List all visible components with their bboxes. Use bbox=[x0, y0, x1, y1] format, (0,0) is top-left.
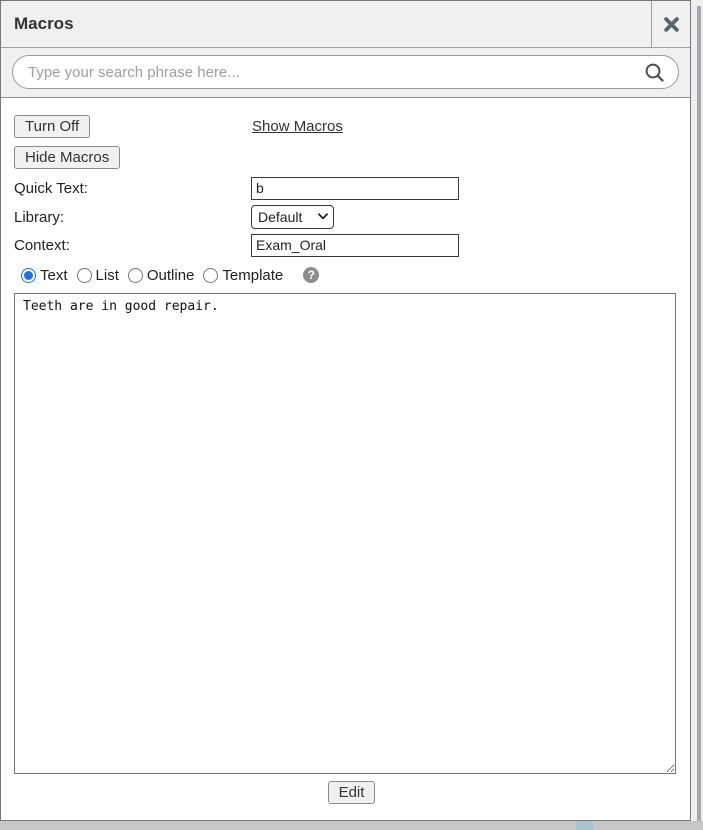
show-macros-link[interactable]: Show Macros bbox=[252, 118, 343, 135]
background-page-scrollbar[interactable] bbox=[697, 6, 701, 830]
context-input[interactable] bbox=[251, 234, 459, 257]
background-horizontal-scroll-thumb[interactable] bbox=[576, 821, 593, 830]
quick-text-input[interactable] bbox=[251, 177, 459, 200]
edit-button[interactable]: Edit bbox=[328, 781, 376, 804]
library-select[interactable]: Default bbox=[251, 205, 334, 229]
background-page-right-strip bbox=[690, 0, 703, 830]
close-icon bbox=[664, 17, 679, 32]
macro-content-textarea[interactable]: Teeth are in good repair. bbox=[14, 293, 676, 774]
dialog-titlebar: Macros bbox=[1, 1, 690, 48]
search-field bbox=[12, 55, 679, 89]
radio-outline[interactable] bbox=[128, 268, 143, 283]
macro-type-radio-group: Text List Outline Template ? bbox=[21, 266, 677, 284]
radio-template-label: Template bbox=[222, 267, 283, 284]
macros-dialog: Macros Turn Off Show Macros Hide Macros … bbox=[0, 0, 691, 821]
search-bar-row bbox=[1, 48, 690, 98]
radio-outline-label: Outline bbox=[147, 267, 195, 284]
library-label: Library: bbox=[14, 209, 251, 226]
radio-option-outline[interactable]: Outline bbox=[128, 267, 195, 284]
background-page-bottom-strip bbox=[0, 821, 703, 830]
dialog-content: Turn Off Show Macros Hide Macros Quick T… bbox=[1, 98, 690, 820]
radio-option-list[interactable]: List bbox=[77, 267, 119, 284]
context-label: Context: bbox=[14, 237, 251, 254]
close-button[interactable] bbox=[651, 1, 690, 47]
radio-option-template[interactable]: Template bbox=[203, 267, 283, 284]
radio-template[interactable] bbox=[203, 268, 218, 283]
dialog-title: Macros bbox=[14, 14, 74, 34]
quick-text-label: Quick Text: bbox=[14, 180, 251, 197]
radio-option-text[interactable]: Text bbox=[21, 267, 68, 284]
radio-list-label: List bbox=[96, 267, 119, 284]
turn-off-button[interactable]: Turn Off bbox=[14, 115, 90, 138]
radio-text-label: Text bbox=[40, 267, 68, 284]
radio-list[interactable] bbox=[77, 268, 92, 283]
search-input[interactable] bbox=[28, 64, 644, 81]
radio-text[interactable] bbox=[21, 268, 36, 283]
hide-macros-button[interactable]: Hide Macros bbox=[14, 146, 120, 169]
help-icon[interactable]: ? bbox=[303, 267, 319, 283]
search-icon[interactable] bbox=[644, 62, 665, 83]
